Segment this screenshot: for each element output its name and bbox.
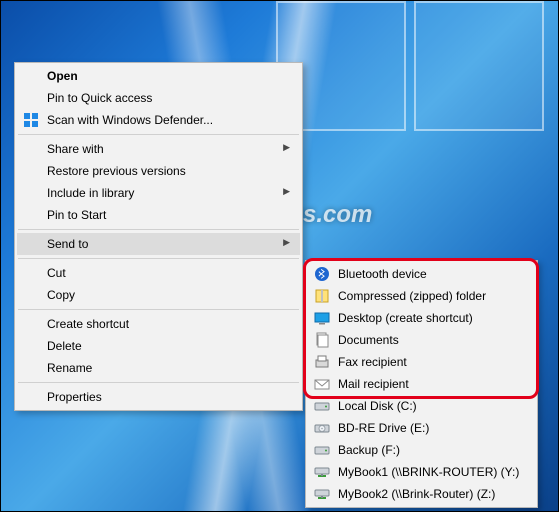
menu-item-label: Bluetooth device bbox=[338, 267, 511, 281]
menu-item[interactable]: Send to ▶ bbox=[17, 233, 300, 255]
menu-item-label: Restore previous versions bbox=[47, 164, 276, 178]
menu-item[interactable]: MyBook1 (\\BRINK-ROUTER) (Y:) bbox=[308, 461, 535, 483]
mail-icon bbox=[314, 376, 330, 392]
menu-item[interactable]: Local Disk (C:) bbox=[308, 395, 535, 417]
desktop-icon bbox=[314, 310, 330, 326]
menu-separator bbox=[18, 382, 299, 383]
zip-icon bbox=[314, 288, 330, 304]
menu-item-label: Cut bbox=[47, 266, 276, 280]
submenu-arrow-icon: ▶ bbox=[283, 237, 290, 248]
fax-icon bbox=[314, 354, 330, 370]
menu-item[interactable]: Backup (F:) bbox=[308, 439, 535, 461]
menu-item[interactable]: Compressed (zipped) folder bbox=[308, 285, 535, 307]
menu-item-label: Create shortcut bbox=[47, 317, 276, 331]
menu-item[interactable]: Pin to Quick access bbox=[17, 87, 300, 109]
menu-separator bbox=[18, 229, 299, 230]
menu-item[interactable]: Open bbox=[17, 65, 300, 87]
menu-item[interactable]: Documents bbox=[308, 329, 535, 351]
menu-item-label: Rename bbox=[47, 361, 276, 375]
submenu-arrow-icon: ▶ bbox=[283, 142, 290, 153]
menu-item-label: Desktop (create shortcut) bbox=[338, 311, 511, 325]
menu-item[interactable]: Create shortcut bbox=[17, 313, 300, 335]
menu-item[interactable]: BD-RE Drive (E:) bbox=[308, 417, 535, 439]
menu-item[interactable]: MyBook2 (\\Brink-Router) (Z:) bbox=[308, 483, 535, 505]
menu-item-label: MyBook2 (\\Brink-Router) (Z:) bbox=[338, 487, 511, 501]
menu-item[interactable]: Bluetooth device bbox=[308, 263, 535, 285]
menu-separator bbox=[18, 309, 299, 310]
documents-icon bbox=[314, 332, 330, 348]
netdrive-icon bbox=[314, 486, 330, 502]
menu-item-label: Compressed (zipped) folder bbox=[338, 289, 511, 303]
menu-item-label: Send to bbox=[47, 237, 276, 251]
menu-item-label: Share with bbox=[47, 142, 276, 156]
menu-item[interactable]: Properties bbox=[17, 386, 300, 408]
disk-icon bbox=[314, 398, 330, 414]
menu-item-label: Backup (F:) bbox=[338, 443, 511, 457]
menu-item[interactable]: Copy bbox=[17, 284, 300, 306]
menu-separator bbox=[18, 134, 299, 135]
menu-item[interactable]: Fax recipient bbox=[308, 351, 535, 373]
menu-item[interactable]: Share with ▶ bbox=[17, 138, 300, 160]
menu-item-label: BD-RE Drive (E:) bbox=[338, 421, 511, 435]
submenu-arrow-icon: ▶ bbox=[283, 186, 290, 197]
menu-item-label: Pin to Start bbox=[47, 208, 276, 222]
menu-item-label: Pin to Quick access bbox=[47, 91, 276, 105]
menu-item-label: Copy bbox=[47, 288, 276, 302]
netdrive-icon bbox=[314, 464, 330, 480]
menu-item-label: MyBook1 (\\BRINK-ROUTER) (Y:) bbox=[338, 465, 519, 479]
menu-item[interactable]: Restore previous versions bbox=[17, 160, 300, 182]
defender-icon bbox=[23, 112, 39, 128]
menu-separator bbox=[18, 258, 299, 259]
menu-item[interactable]: Cut bbox=[17, 262, 300, 284]
optical-icon bbox=[314, 420, 330, 436]
menu-item[interactable]: Scan with Windows Defender... bbox=[17, 109, 300, 131]
menu-item-label: Properties bbox=[47, 390, 276, 404]
menu-item-label: Open bbox=[47, 69, 276, 83]
menu-item-label: Fax recipient bbox=[338, 355, 511, 369]
menu-item-label: Local Disk (C:) bbox=[338, 399, 511, 413]
menu-item[interactable]: Include in library ▶ bbox=[17, 182, 300, 204]
context-menu-main: Open Pin to Quick access Scan with Windows… bbox=[14, 62, 303, 411]
menu-item[interactable]: Desktop (create shortcut) bbox=[308, 307, 535, 329]
menu-item[interactable]: Pin to Start bbox=[17, 204, 300, 226]
disk-icon bbox=[314, 442, 330, 458]
menu-item[interactable]: Rename bbox=[17, 357, 300, 379]
menu-item-label: Mail recipient bbox=[338, 377, 511, 391]
menu-item[interactable]: Mail recipient bbox=[308, 373, 535, 395]
context-menu-sendto: Bluetooth device Compressed (zipped) fold… bbox=[305, 260, 538, 508]
menu-item-label: Include in library bbox=[47, 186, 276, 200]
menu-item-label: Delete bbox=[47, 339, 276, 353]
menu-item-label: Scan with Windows Defender... bbox=[47, 113, 276, 127]
bluetooth-icon bbox=[314, 266, 330, 282]
menu-item[interactable]: Delete bbox=[17, 335, 300, 357]
menu-item-label: Documents bbox=[338, 333, 511, 347]
